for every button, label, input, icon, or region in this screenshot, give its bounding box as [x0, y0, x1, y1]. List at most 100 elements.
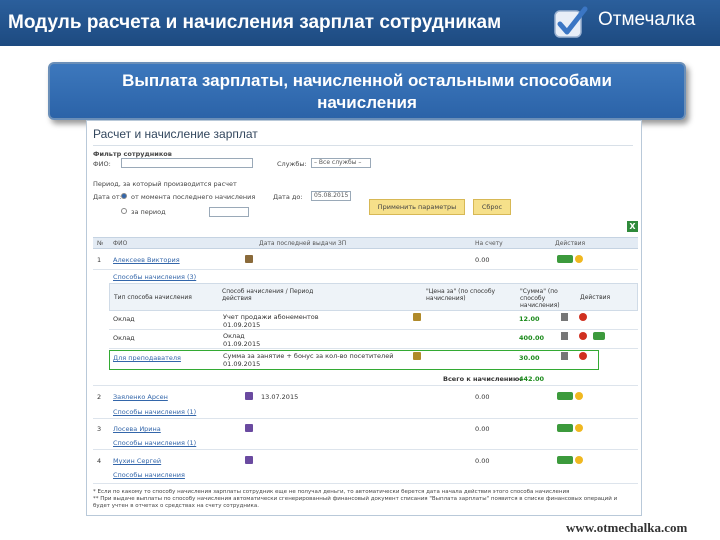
calendar-icon[interactable]	[413, 313, 421, 321]
row-divider	[93, 418, 638, 419]
filter-section-label: Фильтр сотрудников	[93, 150, 172, 158]
smile-icon[interactable]	[575, 456, 583, 464]
method2-period: 01.09.2015	[223, 340, 261, 348]
name-label: ФИО:	[93, 160, 111, 168]
row-divider	[109, 348, 638, 349]
method3-type[interactable]: Для преподавателя	[113, 354, 181, 362]
banner-line-2: начисления	[317, 93, 417, 112]
top-bar: Модуль расчета и начисления зарплат сотр…	[0, 0, 720, 46]
calendar-icon[interactable]	[413, 352, 421, 360]
row-divider	[93, 269, 638, 270]
footnote-2: ** При выдаче выплаты по способу начисле…	[93, 496, 618, 509]
slide-banner: Выплата зарплаты, начисленной остальными…	[48, 62, 686, 120]
method1-period: 01.09.2015	[223, 321, 261, 329]
row1-name[interactable]: Алексеев Виктория	[113, 256, 180, 264]
date-to-input[interactable]: 05.08.2015	[311, 191, 351, 201]
row3-balance: 0.00	[475, 425, 490, 433]
col-num: №	[97, 240, 104, 247]
delete-icon[interactable]	[579, 332, 587, 340]
row3-methods-link[interactable]: Способы начисления (1)	[113, 439, 196, 447]
divider	[93, 145, 633, 146]
details-icon[interactable]	[245, 456, 253, 464]
delete-icon[interactable]	[579, 313, 587, 321]
smile-icon[interactable]	[575, 255, 583, 263]
app-screenshot: Расчет и начисление зарплат Фильтр сотру…	[86, 120, 642, 516]
pay-from-label: Дата от:	[93, 193, 122, 201]
method2-name: Оклад	[223, 332, 245, 340]
pay-button-icon[interactable]	[557, 255, 573, 263]
row3-name[interactable]: Лосева Ирина	[113, 425, 161, 433]
date-from-input[interactable]	[209, 207, 249, 217]
details-icon[interactable]	[245, 255, 253, 263]
row3-num: 3	[97, 425, 102, 433]
sub-col-price: "Цена за" (по способу начисления)	[426, 288, 496, 302]
row4-methods-link[interactable]: Способы начисления	[113, 471, 185, 479]
method3-amount: 30.00	[519, 354, 540, 362]
page-title: Расчет и начисление зарплат	[93, 127, 258, 141]
row4-name[interactable]: Мухин Сергей	[113, 457, 161, 465]
radio-custom-period[interactable]	[121, 208, 127, 214]
apply-filter-button[interactable]: Применить параметры	[369, 199, 465, 215]
pay-button-icon[interactable]	[593, 332, 605, 340]
methods-header: Тип способа начисления Способ начисления…	[109, 283, 638, 311]
position-select[interactable]: – Все службы –	[311, 158, 371, 168]
footnote-1: * Если по какому то способу начисления з…	[93, 489, 570, 495]
position-label: Службы:	[277, 160, 307, 168]
col-name: ФИО	[113, 240, 128, 247]
document-icon[interactable]	[561, 352, 568, 360]
method2-type: Оклад	[113, 334, 135, 342]
row1-num: 1	[97, 256, 102, 264]
sub-col-sum: "Сумма" (по способу начисления)	[520, 288, 560, 309]
document-icon[interactable]	[561, 332, 568, 340]
smile-icon[interactable]	[575, 424, 583, 432]
date-to-label: Дата до:	[273, 193, 303, 201]
row2-methods-link[interactable]: Способы начисления (1)	[113, 408, 196, 416]
row-divider	[93, 385, 638, 386]
details-icon[interactable]	[245, 392, 253, 400]
sub-col-type: Тип способа начисления	[114, 294, 192, 301]
row2-name[interactable]: Заяленко Арсен	[113, 393, 168, 401]
excel-export-icon[interactable]: X	[627, 221, 638, 232]
radio-custom-label: за период	[131, 208, 166, 216]
delete-icon[interactable]	[579, 352, 587, 360]
pay-button-icon[interactable]	[557, 424, 573, 432]
sub-col-actions: Действия	[580, 294, 611, 301]
brand-name: Отмечалка	[598, 9, 696, 30]
total-label: Всего к начислению:	[443, 375, 522, 383]
row1-methods-link[interactable]: Способы начисления (3)	[113, 273, 196, 281]
footnotes: * Если по какому то способу начисления з…	[93, 489, 633, 510]
checkmark-logo-icon	[554, 6, 588, 38]
details-icon[interactable]	[245, 424, 253, 432]
reset-filter-button[interactable]: Сброс	[473, 199, 511, 215]
row-divider	[109, 329, 638, 330]
pay-button-icon[interactable]	[557, 392, 573, 400]
website-url: www.otmechalka.com	[566, 520, 688, 535]
method2-amount: 400.00	[519, 334, 545, 342]
row-divider	[93, 483, 638, 484]
method3-name: Сумма за занятие + бонус за кол-во посет…	[223, 352, 394, 360]
pay-button-icon[interactable]	[557, 456, 573, 464]
smile-icon[interactable]	[575, 392, 583, 400]
method3-period: 01.09.2015	[223, 360, 261, 368]
table-header: № ФИО Дата последней выдачи ЗП На счету …	[93, 237, 638, 249]
row4-num: 4	[97, 457, 102, 465]
row2-last-pay: 13.07.2015	[261, 393, 299, 401]
total-value: 442.00	[519, 375, 545, 383]
module-title: Модуль расчета и начисления зарплат сотр…	[8, 12, 502, 33]
radio-last-label: от момента последнего начисления	[131, 193, 256, 201]
banner-line-1: Выплата зарплаты, начисленной остальными…	[122, 71, 612, 90]
period-label: Период, за который производится расчет	[93, 180, 237, 188]
col-balance: На счету	[475, 240, 503, 247]
name-input[interactable]	[121, 158, 253, 168]
row4-balance: 0.00	[475, 457, 490, 465]
col-last-pay: Дата последней выдачи ЗП	[259, 240, 347, 247]
row1-balance: 0.00	[475, 256, 490, 264]
method1-name: Учет продажи абонементов	[223, 313, 319, 321]
document-icon[interactable]	[561, 313, 568, 321]
method1-amount: 12.00	[519, 315, 540, 323]
col-actions: Действия	[555, 240, 586, 247]
row2-balance: 0.00	[475, 393, 490, 401]
row2-num: 2	[97, 393, 102, 401]
method1-type: Оклад	[113, 315, 135, 323]
radio-last-payment[interactable]	[121, 193, 127, 199]
